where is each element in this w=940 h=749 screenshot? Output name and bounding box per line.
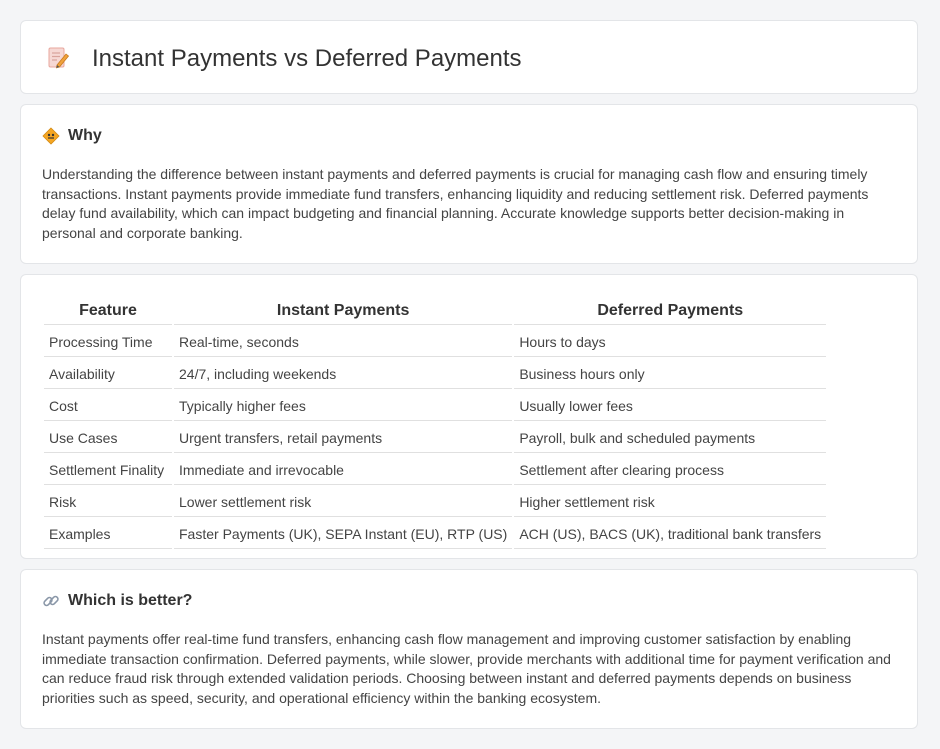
why-body: Understanding the difference between ins… (42, 166, 869, 241)
table-cell: Risk (44, 487, 172, 517)
comparison-table: Feature Instant Payments Deferred Paymen… (42, 295, 828, 551)
table-cell: Typically higher fees (174, 391, 513, 421)
table-header-row: Feature Instant Payments Deferred Paymen… (44, 297, 827, 325)
table-cell: Urgent transfers, retail payments (174, 423, 513, 453)
table-cell: Lower settlement risk (174, 487, 513, 517)
why-heading: Why (68, 127, 102, 144)
table-cell: Examples (44, 519, 172, 549)
header-deferred: Deferred Payments (514, 297, 827, 325)
table-row: Settlement Finality Immediate and irrevo… (44, 455, 827, 485)
page-title: Instant Payments vs Deferred Payments (92, 45, 522, 72)
table-row: Use Cases Urgent transfers, retail payme… (44, 423, 827, 453)
comparison-card: Feature Instant Payments Deferred Paymen… (20, 274, 918, 559)
table-cell: Payroll, bulk and scheduled payments (514, 423, 827, 453)
table-cell: Usually lower fees (514, 391, 827, 421)
table-row: Cost Typically higher fees Usually lower… (44, 391, 827, 421)
table-cell: Processing Time (44, 327, 172, 357)
table-cell: Cost (44, 391, 172, 421)
table-cell: Faster Payments (UK), SEPA Instant (EU),… (174, 519, 513, 549)
table-row: Processing Time Real-time, seconds Hours… (44, 327, 827, 357)
better-heading: Which is better? (68, 592, 193, 609)
title-card: Instant Payments vs Deferred Payments (20, 20, 918, 94)
why-section: Why Understanding the difference between… (20, 104, 918, 264)
table-cell: ACH (US), BACS (UK), traditional bank tr… (514, 519, 827, 549)
table-cell: Immediate and irrevocable (174, 455, 513, 485)
table-cell: Hours to days (514, 327, 827, 357)
better-heading-row: Which is better? (42, 590, 192, 612)
why-heading-row: Why (42, 125, 102, 147)
table-cell: Business hours only (514, 359, 827, 389)
header-feature: Feature (44, 297, 172, 325)
table-cell: Settlement Finality (44, 455, 172, 485)
table-cell: Higher settlement risk (514, 487, 827, 517)
table-row: Risk Lower settlement risk Higher settle… (44, 487, 827, 517)
table-cell: Use Cases (44, 423, 172, 453)
which-better-section: Which is better? Instant payments offer … (20, 569, 918, 729)
diamond-sign-icon (42, 127, 60, 145)
table-cell: 24/7, including weekends (174, 359, 513, 389)
document-pencil-icon (48, 47, 70, 69)
table-cell: Real-time, seconds (174, 327, 513, 357)
table-row: Availability 24/7, including weekends Bu… (44, 359, 827, 389)
better-body: Instant payments offer real-time fund tr… (42, 631, 891, 706)
table-cell: Availability (44, 359, 172, 389)
table-cell: Settlement after clearing process (514, 455, 827, 485)
header-instant: Instant Payments (174, 297, 513, 325)
link-icon (43, 595, 59, 607)
table-row: Examples Faster Payments (UK), SEPA Inst… (44, 519, 827, 549)
